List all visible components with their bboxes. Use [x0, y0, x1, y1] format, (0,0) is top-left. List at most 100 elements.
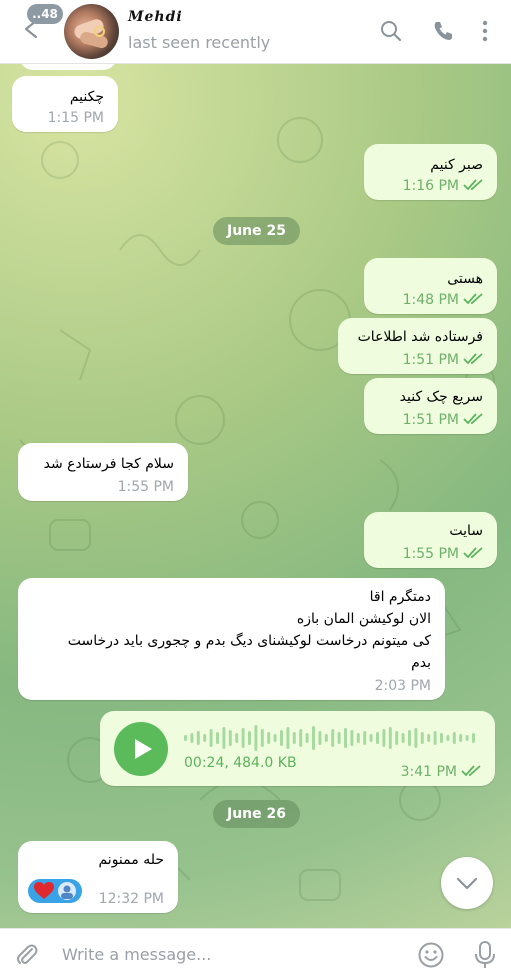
waveform-bar	[382, 729, 386, 747]
double-check-icon	[461, 765, 481, 777]
date-separator: June 25	[213, 217, 300, 245]
waveform-bar	[190, 733, 194, 743]
message-bubble-outgoing[interactable]: فرستاده شد اطلاعات 1:51 PM	[338, 318, 497, 374]
message-bubble-incoming[interactable]: سلام کجا فرستادع شد 1:55 PM	[18, 443, 188, 501]
waveform-bar	[369, 734, 373, 742]
waveform-bar	[273, 734, 277, 742]
waveform-bar	[472, 733, 475, 743]
double-check-icon	[463, 293, 483, 305]
waveform-bar	[267, 732, 271, 744]
message-bubble-outgoing[interactable]: سایت 1:55 PM	[364, 512, 497, 568]
phone-icon[interactable]	[431, 19, 455, 43]
message-bubble-outgoing[interactable]: صبر کنیم 1:16 PM	[364, 144, 497, 200]
more-icon[interactable]	[473, 19, 497, 43]
waveform-bar	[433, 731, 437, 745]
unread-count-badge[interactable]: ..48	[27, 4, 63, 24]
waveform-bar	[196, 731, 200, 745]
message-bubble-incoming[interactable]: چکنیم 1:15 PM	[12, 76, 118, 132]
waveform-bar	[324, 734, 328, 742]
contact-status: last seen recently	[128, 33, 271, 52]
message-text: حله ممنونم	[98, 852, 164, 868]
message-bubble-incoming[interactable]: دمتگرم اقا الان لوکیشن المان بازه کی میت…	[18, 578, 445, 700]
waveform-bar	[427, 734, 431, 742]
message-text-line: دمتگرم اقا	[369, 589, 431, 605]
waveform-bar	[286, 727, 290, 749]
waveform-bar	[318, 731, 322, 745]
waveform-bar	[401, 733, 405, 743]
waveform-bar	[420, 732, 424, 744]
message-bubble-outgoing[interactable]: هستی 1:48 PM	[364, 258, 497, 314]
waveform-bar	[465, 735, 469, 741]
message-composer: Write a message...	[0, 928, 511, 980]
microphone-icon[interactable]	[473, 940, 497, 970]
message-time: 1:51 PM	[402, 352, 459, 368]
message-text: صبر کنیم	[430, 157, 483, 173]
voice-message-bubble[interactable]: 00:24, 484.0 KB 3:41 PM	[100, 711, 495, 786]
play-button[interactable]	[114, 722, 168, 776]
waveform-bar	[216, 732, 219, 744]
message-text: فرستاده شد اطلاعات	[357, 329, 483, 345]
reaction-avatar	[58, 882, 76, 900]
message-time: 1:55 PM	[117, 479, 174, 495]
waveform-bar	[408, 730, 411, 746]
waveform-bar	[337, 732, 341, 744]
message-text-line: کی میتونم درخاست لوکیشنای دیگ بدم و چجور…	[67, 633, 431, 649]
date-separator: June 26	[213, 800, 300, 828]
message-bubble-incoming[interactable]: حله ممنونم 12:32 PM	[18, 841, 178, 913]
waveform-bar	[292, 732, 296, 744]
waveform-bar	[344, 728, 347, 748]
waveform-bar	[376, 732, 379, 744]
search-icon[interactable]	[379, 19, 403, 43]
waveform-bar	[222, 727, 226, 749]
message-input[interactable]: Write a message...	[62, 945, 211, 964]
message-time: 1:51 PM	[402, 412, 459, 428]
double-check-icon	[463, 353, 483, 365]
waveform-bar	[446, 735, 450, 741]
message-text-line: بدم	[411, 655, 431, 671]
waveform-bar	[260, 729, 264, 747]
message-text: هستی	[447, 271, 483, 287]
message-text-line: الان لوکیشن المان بازه	[296, 611, 431, 627]
waveform-bar	[414, 728, 418, 748]
waveform-bar	[452, 732, 456, 744]
waveform-bar	[248, 731, 251, 745]
waveform-bar	[241, 728, 245, 748]
voice-waveform[interactable]	[184, 723, 484, 753]
reaction-badge[interactable]	[28, 879, 82, 903]
waveform-bar	[388, 727, 392, 749]
double-check-icon	[463, 413, 483, 425]
message-time: 2:03 PM	[374, 678, 431, 694]
double-check-icon	[463, 179, 483, 191]
waveform-bar	[228, 730, 232, 746]
scroll-to-bottom-button[interactable]	[441, 857, 493, 909]
waveform-bar	[235, 733, 239, 743]
message-text: سایت	[449, 523, 483, 539]
waveform-bar	[280, 730, 283, 746]
waveform-bar	[312, 726, 315, 750]
avatar[interactable]	[64, 4, 119, 59]
heart-icon	[34, 882, 54, 899]
waveform-bar	[440, 733, 443, 743]
waveform-bar	[184, 735, 187, 741]
waveform-bar	[356, 733, 360, 743]
play-icon	[135, 739, 152, 759]
message-time: 3:41 PM	[400, 764, 457, 780]
double-check-icon	[463, 547, 483, 559]
message-text: سریع چک کنید	[399, 389, 483, 405]
contact-name[interactable]: Mehdi	[128, 9, 183, 25]
waveform-bar	[203, 734, 207, 742]
attach-icon[interactable]	[14, 942, 40, 968]
chat-header: ..48 Mehdi last seen recently	[0, 0, 511, 64]
waveform-bar	[305, 733, 309, 743]
message-time: 1:48 PM	[402, 292, 459, 308]
waveform-bar	[254, 725, 258, 751]
voice-duration-size: 00:24, 484.0 KB	[184, 755, 297, 771]
message-time: 12:32 PM	[98, 891, 164, 907]
message-text: سلام کجا فرستادع شد	[43, 456, 174, 472]
message-time: 1:16 PM	[402, 178, 459, 194]
message-text: چکنیم	[69, 89, 104, 105]
waveform-bar	[363, 731, 367, 745]
message-bubble-outgoing[interactable]: سریع چک کنید 1:51 PM	[364, 378, 497, 434]
emoji-icon[interactable]	[417, 941, 445, 969]
message-time: 1:15 PM	[47, 110, 104, 126]
